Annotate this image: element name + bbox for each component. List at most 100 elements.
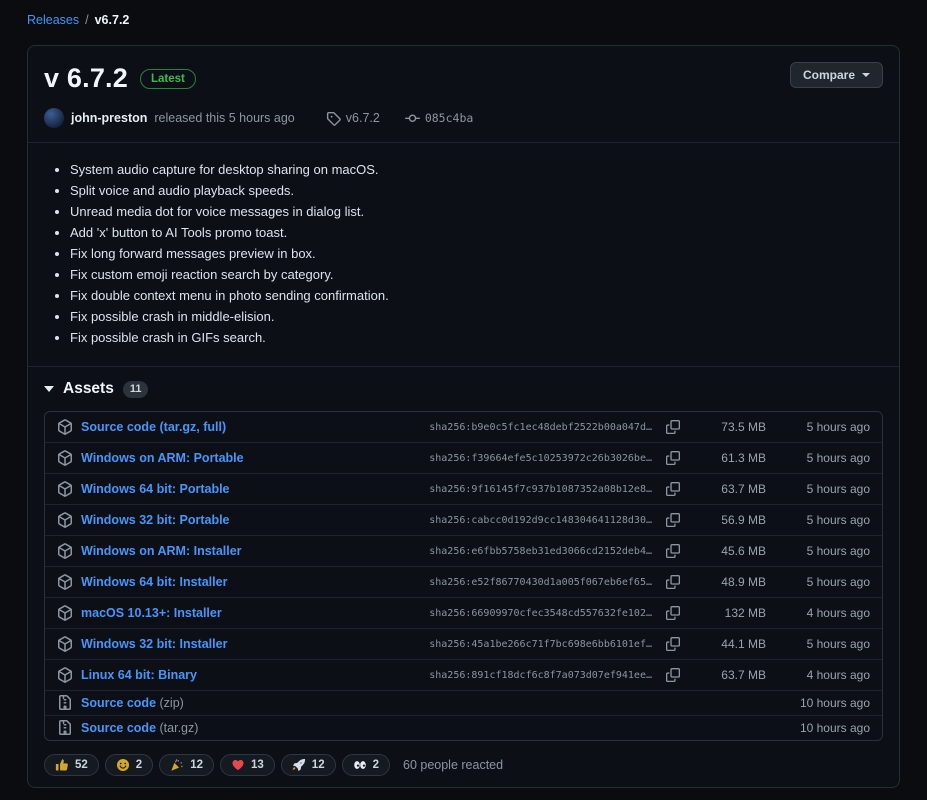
asset-link-suffix: (zip) — [156, 696, 184, 710]
release-note-item: Unread media dot for voice messages in d… — [70, 201, 883, 222]
release-notes-list: System audio capture for desktop sharing… — [28, 143, 899, 364]
package-icon — [57, 636, 73, 652]
release-title-row: v 6.7.2 Latest — [44, 62, 883, 95]
release-note-item: Add 'x' button to AI Tools promo toast. — [70, 222, 883, 243]
assets-header[interactable]: Assets 11 — [28, 367, 899, 409]
breadcrumb-current: v6.7.2 — [94, 13, 130, 27]
asset-time: 4 hours ago — [806, 606, 870, 620]
reaction-heart[interactable]: 13 — [220, 754, 275, 776]
file-zip-icon — [57, 720, 73, 736]
release-note-item: Fix double context menu in photo sending… — [70, 285, 883, 306]
copy-icon[interactable] — [666, 513, 680, 527]
compare-button[interactable]: Compare — [789, 62, 883, 88]
release-card: v 6.7.2 Latest Compare john-preston rele… — [27, 45, 900, 788]
author-link[interactable]: john-preston — [71, 111, 147, 125]
asset-link[interactable]: Source code (zip) — [81, 696, 184, 710]
reaction-rocket[interactable]: 12 — [280, 754, 336, 776]
asset-time: 5 hours ago — [806, 482, 870, 496]
reaction-thumbs-up[interactable]: 52 — [44, 754, 99, 776]
asset-time: 5 hours ago — [806, 544, 870, 558]
asset-link[interactable]: Windows on ARM: Installer — [81, 544, 242, 558]
breadcrumb-separator: / — [85, 13, 89, 27]
package-icon — [57, 512, 73, 528]
assets-title: Assets — [63, 380, 114, 397]
reaction-count: 12 — [190, 759, 203, 771]
copy-icon[interactable] — [666, 606, 680, 620]
reaction-count: 52 — [75, 759, 88, 771]
asset-sha256: sha256:66909970cfec3548cd557632fe102… — [429, 607, 652, 619]
asset-link[interactable]: Windows on ARM: Portable — [81, 451, 244, 465]
assets-count-badge: 11 — [122, 380, 149, 398]
latest-badge: Latest — [139, 68, 196, 89]
commit-sha[interactable]: 085c4ba — [425, 111, 473, 125]
copy-icon[interactable] — [666, 482, 680, 496]
asset-link[interactable]: Windows 32 bit: Installer — [81, 637, 227, 651]
package-icon — [57, 574, 73, 590]
avatar[interactable] — [44, 108, 64, 128]
tag-icon — [326, 111, 341, 126]
asset-row: Source code (tar.gz, full) sha256:b9e0c5f… — [45, 412, 882, 442]
reactions-bar: 52 2 12 13 12 2 60 people reacted — [28, 741, 899, 792]
asset-link[interactable]: macOS 10.13+: Installer — [81, 606, 222, 620]
asset-size: 48.9 MB — [721, 575, 766, 589]
asset-size: 45.6 MB — [721, 544, 766, 558]
asset-time: 5 hours ago — [806, 575, 870, 589]
asset-link[interactable]: Source code (tar.gz) — [81, 721, 198, 735]
asset-link[interactable]: Windows 64 bit: Installer — [81, 575, 227, 589]
reactions-summary: 60 people reacted — [403, 758, 504, 772]
released-text: released this 5 hours ago — [154, 111, 295, 125]
breadcrumb-releases-link[interactable]: Releases — [27, 13, 79, 27]
asset-sha256: sha256:45a1be266c71f7bc698e6bb6101ef… — [429, 638, 652, 650]
smile-emoji-icon — [116, 758, 130, 772]
file-zip-icon — [57, 695, 73, 711]
copy-icon[interactable] — [666, 451, 680, 465]
asset-size: 56.9 MB — [721, 513, 766, 527]
package-icon — [57, 605, 73, 621]
asset-sha256: sha256:f39664efe5c10253972c26b3026be… — [429, 452, 652, 464]
asset-row: Windows on ARM: Portable sha256:f39664efe… — [45, 442, 882, 473]
eyes-emoji-icon — [353, 758, 367, 772]
asset-link[interactable]: Windows 64 bit: Portable — [81, 482, 230, 496]
asset-row: macOS 10.13+: Installer sha256:66909970cf… — [45, 597, 882, 628]
reaction-eyes[interactable]: 2 — [341, 754, 390, 776]
asset-sha256: sha256:b9e0c5fc1ec48debf2522b00a047d… — [429, 421, 652, 433]
assets-table: Source code (tar.gz, full) sha256:b9e0c5f… — [44, 411, 883, 741]
copy-icon[interactable] — [666, 544, 680, 558]
asset-size: 132 MB — [724, 606, 766, 620]
asset-link[interactable]: Source code (tar.gz, full) — [81, 420, 226, 434]
copy-icon[interactable] — [666, 637, 680, 651]
release-note-item: Fix possible crash in GIFs search. — [70, 327, 883, 348]
package-icon — [57, 543, 73, 559]
asset-row: Windows on ARM: Installer sha256:e6fbb575… — [45, 535, 882, 566]
copy-icon[interactable] — [666, 575, 680, 589]
commit-icon — [404, 111, 420, 126]
asset-sha256: sha256:cabcc0d192d9cc148304641128d30… — [429, 514, 652, 526]
release-title: v 6.7.2 — [44, 63, 128, 93]
asset-row: Source code (zip) 10 hours ago — [45, 690, 882, 715]
release-note-item: Fix custom emoji reaction search by cate… — [70, 264, 883, 285]
asset-row: Windows 32 bit: Portable sha256:cabcc0d19… — [45, 504, 882, 535]
tag-label[interactable]: v6.7.2 — [346, 111, 380, 125]
chevron-down-icon — [862, 73, 870, 77]
package-icon — [57, 450, 73, 466]
asset-time: 10 hours ago — [799, 721, 870, 735]
asset-link-suffix: (tar.gz) — [156, 721, 199, 735]
asset-row: Windows 32 bit: Installer sha256:45a1be26… — [45, 628, 882, 659]
triangle-down-icon — [44, 386, 54, 392]
asset-sha256: sha256:e52f86770430d1a005f067eb6ef65… — [429, 576, 652, 588]
reaction-tada[interactable]: 12 — [159, 754, 214, 776]
asset-size: 61.3 MB — [721, 451, 766, 465]
asset-size: 44.1 MB — [721, 637, 766, 651]
asset-sha256: sha256:891cf18dcf6c8f7a073d07ef941ee… — [429, 669, 652, 681]
reaction-smile[interactable]: 2 — [104, 754, 154, 776]
asset-time: 5 hours ago — [806, 451, 870, 465]
asset-row: Windows 64 bit: Installer sha256:e52f8677… — [45, 566, 882, 597]
tada-emoji-icon — [170, 758, 184, 772]
asset-link[interactable]: Linux 64 bit: Binary — [81, 668, 197, 682]
copy-icon[interactable] — [666, 668, 680, 682]
asset-link[interactable]: Windows 32 bit: Portable — [81, 513, 230, 527]
copy-icon[interactable] — [666, 420, 680, 434]
author-row: john-preston released this 5 hours ago v… — [44, 108, 883, 128]
thumbs-up-emoji-icon — [55, 758, 69, 772]
package-icon — [57, 667, 73, 683]
